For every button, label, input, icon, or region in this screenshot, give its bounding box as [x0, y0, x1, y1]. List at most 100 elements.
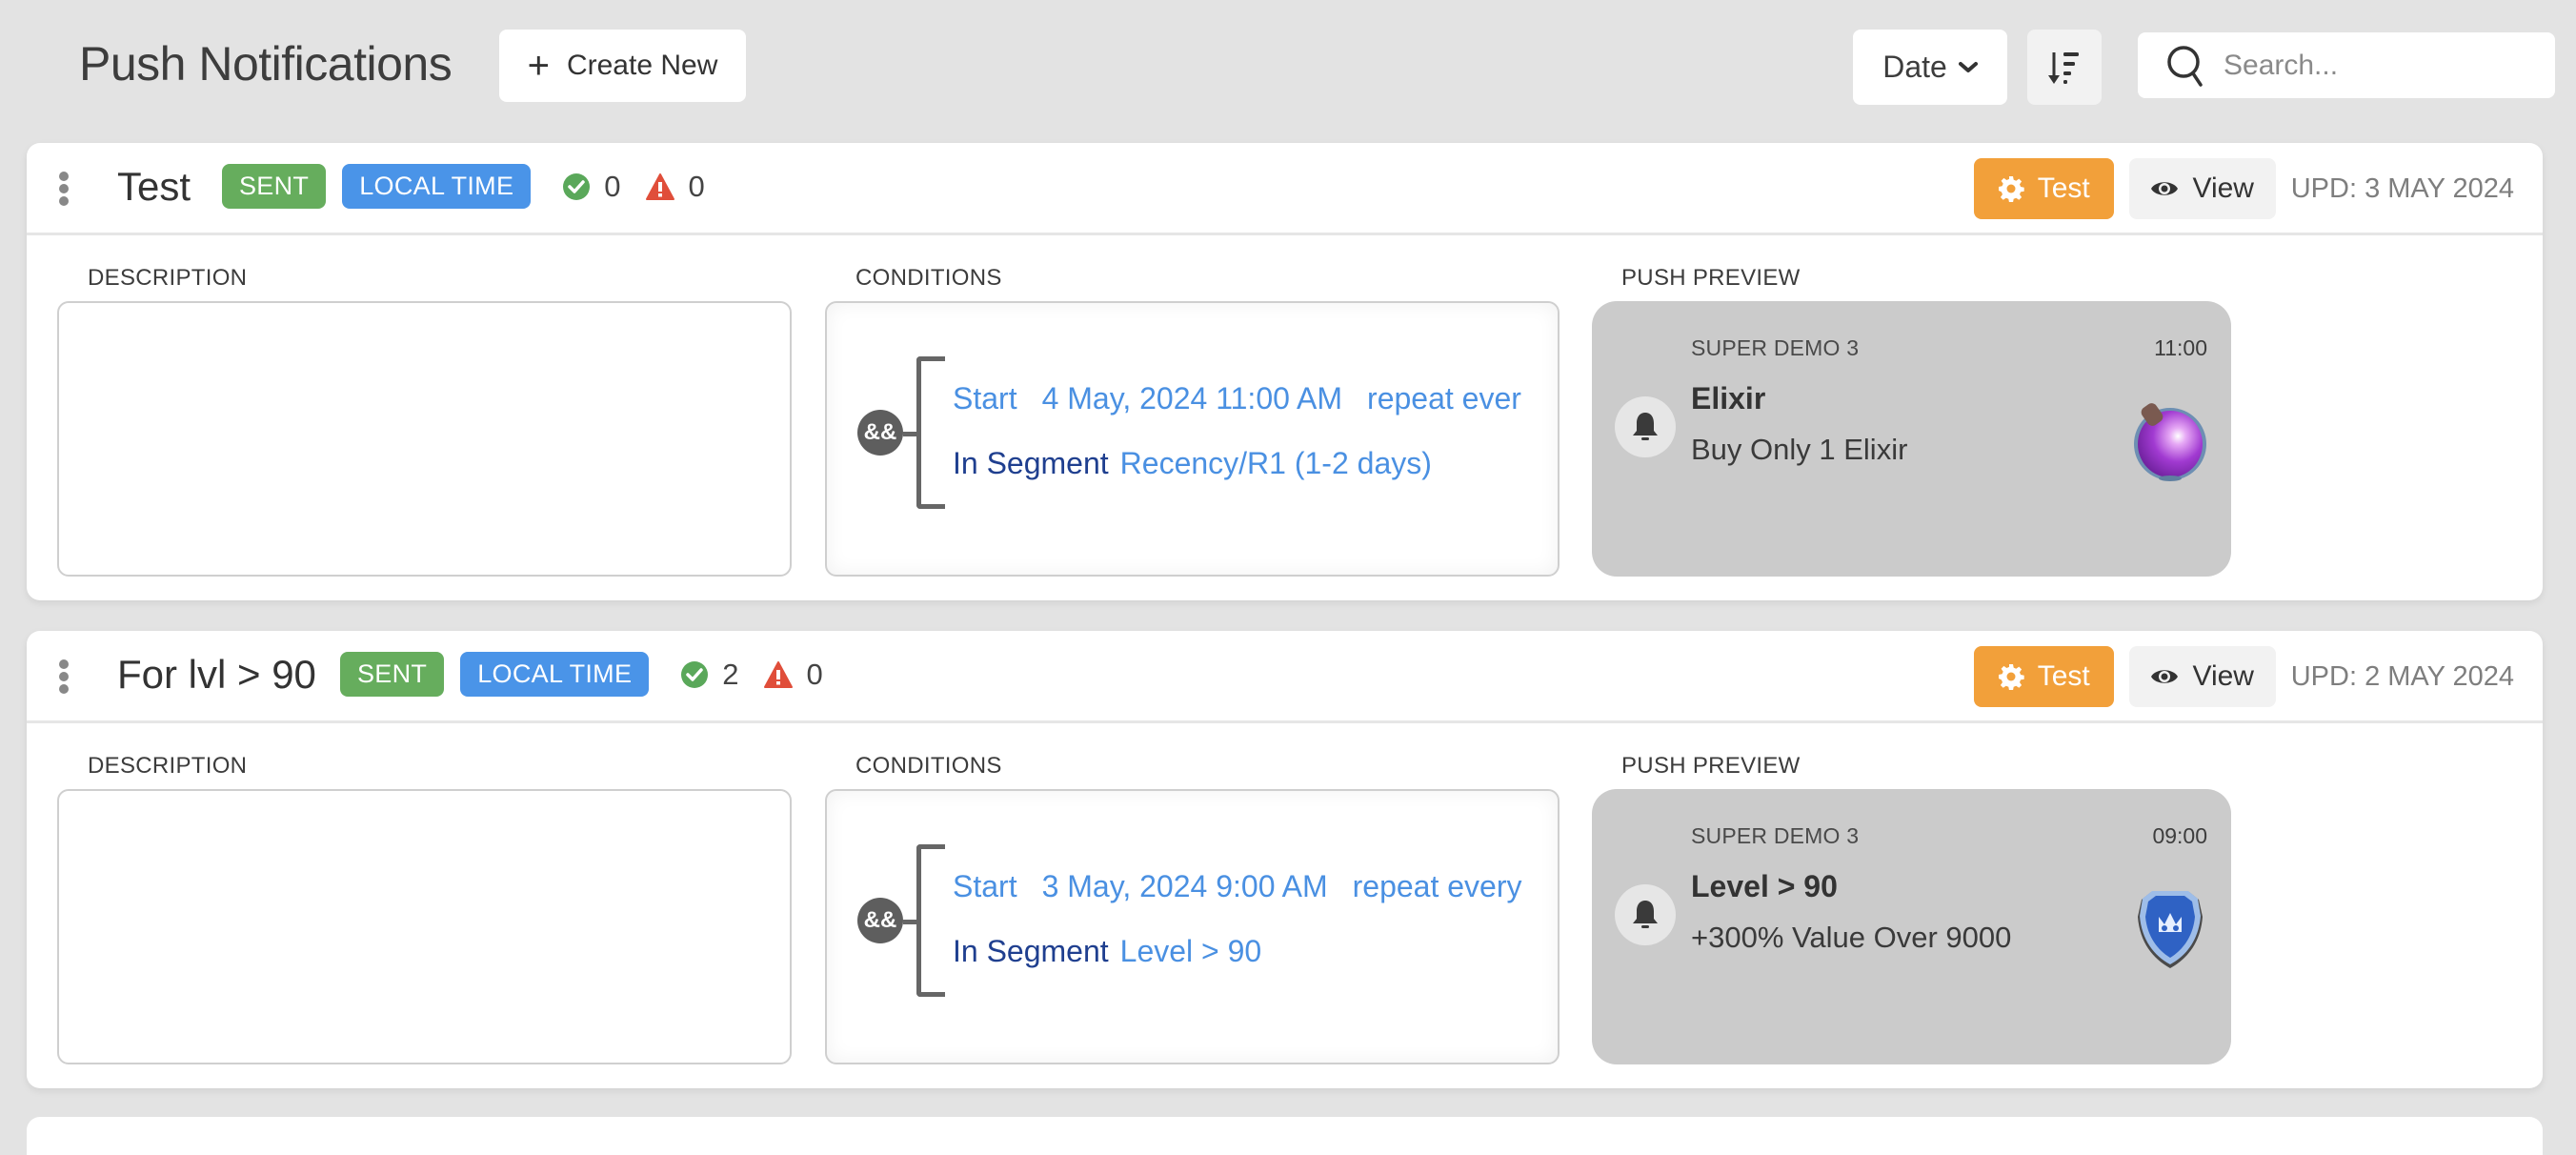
success-count-value: 0 [604, 169, 621, 203]
view-button[interactable]: View [2128, 158, 2276, 219]
warning-count: 0 [645, 170, 705, 204]
success-count-value: 2 [722, 657, 739, 691]
push-preview: SUPER DEMO 3 09:00 Level > 90 +300% Valu… [1592, 789, 2231, 1064]
success-count: 0 [562, 169, 621, 204]
preview-time: 11:00 [2154, 335, 2207, 360]
repeat-label[interactable]: repeat ever [1367, 381, 1521, 415]
test-button[interactable]: Test [1973, 646, 2114, 707]
description-label: DESCRIPTION [88, 265, 248, 291]
preview-time: 09:00 [2152, 823, 2207, 848]
push-preview-label: PUSH PREVIEW [1621, 753, 1801, 779]
drag-handle-icon[interactable] [58, 172, 70, 206]
time-mode-badge: LOCAL TIME [342, 164, 532, 209]
notification-title: For lvl > 90 [117, 652, 316, 697]
connector-line [903, 432, 916, 436]
chevron-down-icon [1958, 61, 1978, 72]
status-badge: SENT [222, 164, 327, 209]
sort-field-dropdown[interactable]: Date [1853, 30, 2007, 105]
view-button[interactable]: View [2128, 646, 2276, 707]
sort-direction-button[interactable] [2027, 30, 2102, 105]
drag-handle-icon[interactable] [58, 659, 70, 694]
and-operator-node: && [857, 410, 903, 456]
updated-date: UPD: 2 MAY 2024 [2290, 660, 2514, 692]
push-preview-label: PUSH PREVIEW [1621, 265, 1801, 291]
time-mode-badge: LOCAL TIME [460, 652, 650, 697]
description-field[interactable] [57, 301, 792, 577]
sort-field-label: Date [1882, 50, 1947, 84]
warning-count-value: 0 [688, 169, 705, 203]
preview-app-name: SUPER DEMO 3 [1691, 823, 1860, 848]
segment-label: In Segment [953, 446, 1109, 480]
eye-icon [2151, 182, 2179, 195]
preview-app-name: SUPER DEMO 3 [1691, 335, 1860, 360]
gear-icon [1998, 176, 2024, 202]
card-actions: Test View UPD: 3 MAY 2024 [1973, 158, 2514, 219]
condition-bracket [916, 844, 945, 997]
bell-icon [1615, 884, 1676, 945]
search-input[interactable] [2222, 48, 2526, 83]
segment-condition: In Segment Recency/R1 (1-2 days) [953, 446, 1432, 481]
notification-card-partial [27, 1117, 2543, 1155]
badge-group: SENT LOCAL TIME 2 0 [340, 652, 823, 697]
search-icon [2167, 45, 2203, 87]
repeat-label[interactable]: repeat every [1353, 869, 1522, 903]
check-circle-icon [563, 172, 591, 200]
and-operator-node: && [857, 898, 903, 943]
segment-value[interactable]: Recency/R1 (1-2 days) [1120, 446, 1432, 480]
updated-date: UPD: 3 MAY 2024 [2290, 172, 2514, 204]
sort-descending-icon [2048, 51, 2079, 84]
preview-title: Elixir [1691, 381, 1766, 415]
warning-triangle-icon [645, 172, 674, 200]
blue-shield-crown-icon [2138, 891, 2203, 968]
start-datetime[interactable]: 4 May, 2024 11:00 AM [1042, 381, 1342, 415]
segment-value[interactable]: Level > 90 [1120, 934, 1262, 968]
push-preview: SUPER DEMO 3 11:00 Elixir Buy Only 1 Eli… [1592, 301, 2231, 577]
notification-card: Test SENT LOCAL TIME 0 0 Test View UPD: … [27, 143, 2543, 600]
success-count: 2 [680, 657, 739, 692]
preview-title: Level > 90 [1691, 869, 1838, 903]
status-badge: SENT [340, 652, 445, 697]
description-field[interactable] [57, 789, 792, 1064]
conditions-panel[interactable]: && Start 4 May, 2024 11:00 AM repeat ever … [825, 301, 1560, 577]
test-button[interactable]: Test [1973, 158, 2114, 219]
warning-count-value: 0 [806, 657, 823, 691]
notification-card: For lvl > 90 SENT LOCAL TIME 2 0 Test Vi… [27, 631, 2543, 1088]
view-button-label: View [2192, 172, 2254, 204]
start-condition: Start 3 May, 2024 9:00 AM repeat every [953, 869, 1521, 904]
conditions-label: CONDITIONS [855, 265, 1002, 291]
card-header: Test SENT LOCAL TIME 0 0 Test View UPD: … [27, 143, 2543, 235]
preview-body: Buy Only 1 Elixir [1691, 433, 1908, 466]
create-new-label: Create New [566, 50, 718, 81]
page-title: Push Notifications [79, 37, 453, 91]
start-datetime[interactable]: 3 May, 2024 9:00 AM [1042, 869, 1328, 903]
start-label[interactable]: Start [953, 869, 1017, 903]
eye-icon [2151, 670, 2179, 683]
view-button-label: View [2192, 660, 2254, 692]
preview-body: +300% Value Over 9000 [1691, 921, 2012, 954]
badge-group: SENT LOCAL TIME 0 0 [222, 164, 705, 209]
test-button-label: Test [2037, 660, 2090, 692]
segment-label: In Segment [953, 934, 1109, 968]
start-condition: Start 4 May, 2024 11:00 AM repeat ever [953, 381, 1521, 416]
warning-count: 0 [763, 658, 823, 692]
conditions-panel[interactable]: && Start 3 May, 2024 9:00 AM repeat every … [825, 789, 1560, 1064]
check-circle-icon [681, 660, 709, 688]
plus-icon: + [527, 45, 550, 87]
connector-line [903, 920, 916, 924]
warning-triangle-icon [763, 660, 793, 688]
segment-condition: In Segment Level > 90 [953, 934, 1261, 969]
description-label: DESCRIPTION [88, 753, 248, 779]
card-header: For lvl > 90 SENT LOCAL TIME 2 0 Test Vi… [27, 631, 2543, 723]
test-button-label: Test [2037, 172, 2090, 204]
notification-title: Test [117, 164, 191, 209]
condition-bracket [916, 356, 945, 509]
search-field[interactable] [2138, 32, 2555, 98]
create-new-button[interactable]: + Create New [499, 30, 746, 102]
start-label[interactable]: Start [953, 381, 1017, 415]
bell-icon [1615, 396, 1676, 457]
card-actions: Test View UPD: 2 MAY 2024 [1973, 646, 2514, 707]
top-bar: Push Notifications + Create New Date [0, 0, 2576, 133]
elixir-potion-icon [2134, 403, 2206, 481]
conditions-label: CONDITIONS [855, 753, 1002, 779]
gear-icon [1998, 664, 2024, 690]
